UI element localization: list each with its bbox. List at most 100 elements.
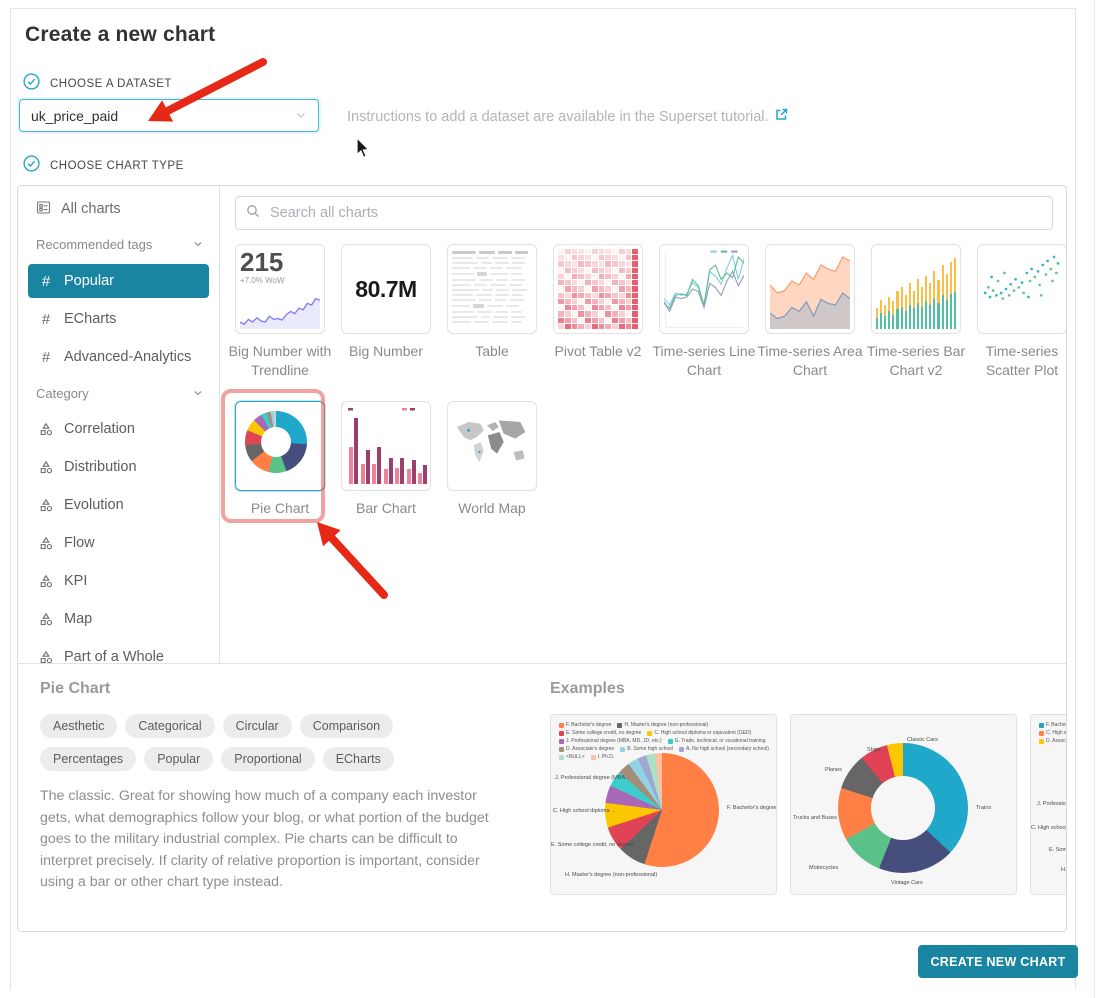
example-slice-label: Motorcycles — [809, 865, 838, 871]
sidebar-item-advanced-analytics[interactable]: #Advanced-Analytics — [18, 338, 219, 376]
chart-card-table[interactable] — [447, 244, 537, 334]
chart-card-label: Bar Chart — [330, 499, 442, 518]
chart-card-label: World Map — [436, 499, 548, 518]
dataset-hint: Instructions to add a dataset are availa… — [347, 108, 788, 125]
example-slice-label: Trains — [976, 805, 991, 811]
chart-card-label: Big Number with Trendline — [224, 342, 336, 380]
category-shapes-icon — [39, 650, 53, 663]
sidebar-section-recommended-tags[interactable]: Recommended tags — [18, 226, 219, 262]
chart-card-time-series-bar-chart-v2[interactable] — [871, 244, 961, 334]
chart-card-label: Time-series Scatter Plot — [966, 342, 1067, 380]
example-slice-label: Planes — [825, 767, 842, 773]
chart-tag-echarts[interactable]: ECharts — [323, 747, 394, 771]
example-slice-label: J. Professional degree (M — [1037, 801, 1066, 807]
chart-card-label: Pie Chart — [224, 499, 336, 518]
external-link-icon[interactable] — [775, 108, 788, 125]
sidebar-item-kpi[interactable]: KPI — [18, 562, 219, 600]
sidebar-sections: Recommended tags#Popular#ECharts#Advance… — [18, 226, 219, 663]
chart-card-world-map[interactable] — [447, 401, 537, 491]
example-slice-label: H. Mast — [1061, 867, 1066, 873]
chart-type-step: CHOOSE CHART TYPE — [23, 155, 184, 177]
chart-card-big-number-with-trendline[interactable]: 215+7.0% WoW — [235, 244, 325, 334]
big-number-value: 215 — [240, 249, 320, 275]
chart-card-pie-chart[interactable] — [235, 401, 325, 491]
chart-tag-categorical[interactable]: Categorical — [125, 714, 214, 738]
example-legend: F. Bachelor's degreeC. High school diplo… — [1039, 722, 1066, 744]
chart-card-label: Table — [436, 342, 548, 361]
sidebar-section-category[interactable]: Category — [18, 376, 219, 410]
sidebar-item-flow[interactable]: Flow — [18, 524, 219, 562]
dataset-select[interactable]: uk_price_paid — [19, 99, 319, 132]
chart-tag-comparison[interactable]: Comparison — [300, 714, 393, 738]
chart-type-step-label: CHOOSE CHART TYPE — [50, 160, 184, 172]
chart-card-big-number[interactable]: 80.7M — [341, 244, 431, 334]
chart-examples: Examples F. Bachelor's degree H. Master's… — [550, 680, 1066, 930]
chart-tag-popular[interactable]: Popular — [144, 747, 213, 771]
example-slice-label: E. Some college — [1049, 847, 1066, 853]
world-map-thumb — [452, 414, 532, 470]
chart-card-label: Time-series Area Chart — [754, 342, 866, 380]
example-slice-label: Ships — [867, 747, 881, 753]
sidebar-item-all-charts[interactable]: All charts — [18, 192, 219, 226]
check-circle-icon — [23, 73, 40, 95]
page-title: Create a new chart — [25, 23, 215, 47]
chart-tag-proportional[interactable]: Proportional — [221, 747, 314, 771]
category-shapes-icon — [39, 460, 53, 474]
chart-card-bar-chart[interactable] — [341, 401, 431, 491]
big-number-value: 80.7M — [346, 249, 426, 329]
chart-card-label: Time-series Line Chart — [648, 342, 760, 380]
sidebar-item-evolution[interactable]: Evolution — [18, 486, 219, 524]
examples-row: F. Bachelor's degree H. Master's degree (… — [550, 714, 1066, 895]
chevron-down-icon — [193, 239, 203, 249]
hash-icon: # — [39, 273, 53, 290]
category-shapes-icon — [39, 536, 53, 550]
sidebar-item-part-of-a-whole[interactable]: Part of a Whole — [18, 638, 219, 663]
examples-title: Examples — [550, 680, 1066, 698]
chart-card-time-series-scatter-plot[interactable] — [977, 244, 1067, 334]
example-slice-label: Trucks and Buses — [793, 815, 837, 821]
hash-icon: # — [39, 349, 53, 366]
chart-card-row-1: 215+7.0% WoWBig Number with Trendline80.… — [235, 244, 1053, 380]
chart-card-row-2: Pie ChartBar ChartWorld Map — [235, 401, 1053, 518]
check-circle-icon — [23, 155, 40, 177]
chart-card-pivot-table-v2[interactable] — [553, 244, 643, 334]
chart-details-left: Pie Chart Aesthetic Categorical Circular Co… — [40, 680, 538, 894]
example-slice-label: C. High school diploma or eq — [1031, 825, 1066, 831]
category-shapes-icon — [39, 612, 53, 626]
chart-tag-circular[interactable]: Circular — [223, 714, 292, 738]
chart-card-label: Pivot Table v2 — [542, 342, 654, 361]
chart-card-time-series-area-chart[interactable] — [765, 244, 855, 334]
create-new-chart-button[interactable]: CREATE NEW CHART — [918, 945, 1078, 978]
selected-chart-name: Pie Chart — [40, 680, 538, 698]
chart-tag-percentages[interactable]: Percentages — [40, 747, 136, 771]
example-slice-label: E. Some college credit, no degree — [551, 842, 634, 848]
page-right-divider — [1094, 0, 1095, 998]
chart-tags: Aesthetic Categorical Circular Comparison Pe… — [40, 714, 490, 771]
category-shapes-icon — [39, 574, 53, 588]
chart-card-time-series-line-chart[interactable] — [659, 244, 749, 334]
sidebar-item-distribution[interactable]: Distribution — [18, 448, 219, 486]
search-icon — [246, 204, 260, 223]
chart-search — [235, 196, 1053, 230]
gallery-sidebar: All charts Recommended tags#Popular#ECha… — [18, 186, 220, 663]
sidebar-item-correlation[interactable]: Correlation — [18, 410, 219, 448]
example-slice-label: H. Master's degree (non-professional) — [565, 872, 657, 878]
example-pie-chart-1: F. Bachelor's degree H. Master's degree (… — [550, 714, 777, 895]
example-slice-label: F. Bachelor's degree — [727, 805, 777, 811]
sidebar-item-echarts[interactable]: #ECharts — [18, 300, 219, 338]
create-chart-page: Create a new chart CHOOSE A DATASET uk_p… — [10, 8, 1076, 990]
chevron-down-icon — [193, 388, 203, 398]
gallery-main: 215+7.0% WoW Big Number with Trendline 80.… — [221, 186, 1067, 663]
chart-tag-aesthetic[interactable]: Aesthetic — [40, 714, 117, 738]
chart-card-label: Time-series Bar Chart v2 — [860, 342, 972, 380]
dataset-step: CHOOSE A DATASET — [23, 73, 172, 95]
chart-description: The classic. Great for showing how much … — [40, 786, 510, 894]
example-slice-label: Classic Cars — [907, 737, 938, 743]
chart-details-panel: Pie Chart Aesthetic Categorical Circular Co… — [18, 663, 1066, 932]
example-slice-label: Vintage Cars — [891, 880, 923, 886]
chart-card-label: Big Number — [330, 342, 442, 361]
sidebar-item-map[interactable]: Map — [18, 600, 219, 638]
search-input[interactable] — [268, 204, 1042, 222]
dataset-step-label: CHOOSE A DATASET — [50, 78, 172, 90]
sidebar-item-popular[interactable]: #Popular — [18, 262, 219, 300]
